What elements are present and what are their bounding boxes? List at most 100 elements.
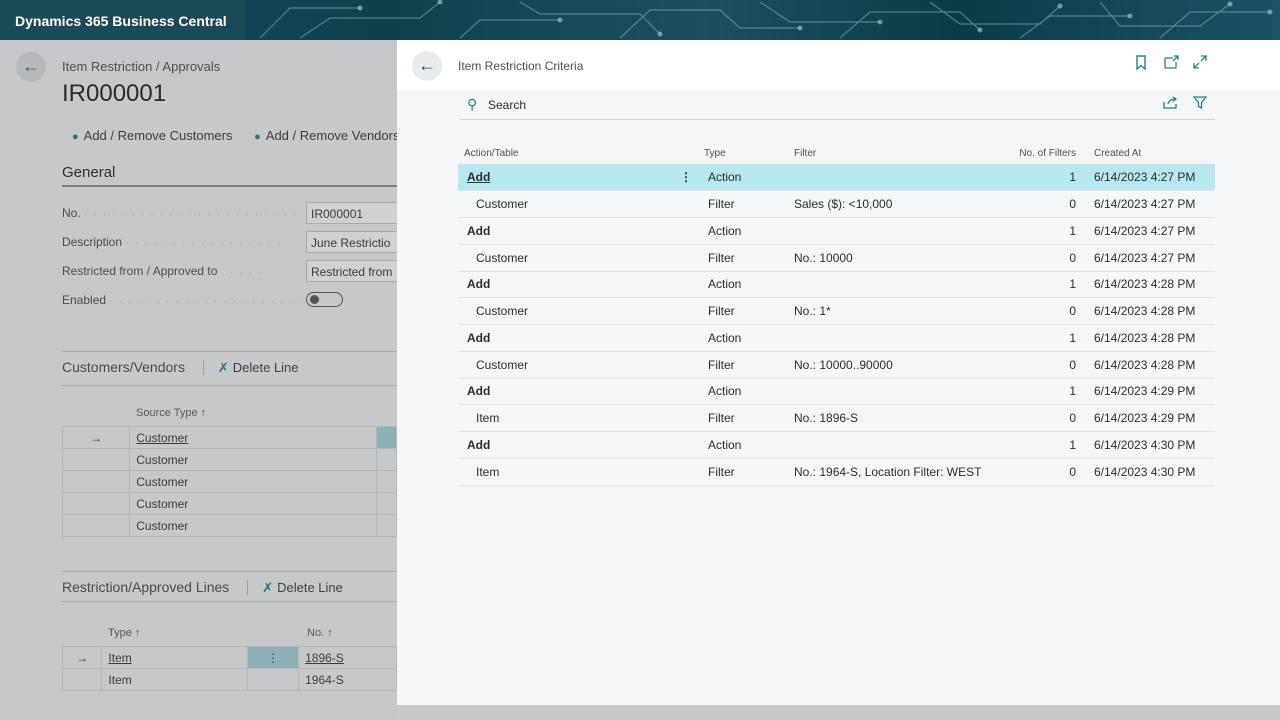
column-header-action-table[interactable]: Action/Table xyxy=(458,142,698,164)
breadcrumb: Item Restriction / Approvals xyxy=(62,59,221,74)
bookmark-icon[interactable] xyxy=(1135,55,1147,74)
action-table-cell[interactable]: Add ⋮ xyxy=(458,164,698,192)
type-cell: Action xyxy=(698,378,788,406)
no-of-filters-cell: 0 xyxy=(983,297,1088,325)
type-cell: Filter xyxy=(698,190,788,218)
person-icon: ● xyxy=(254,131,261,143)
table-cell: Customer xyxy=(129,492,378,515)
filter-cell xyxy=(788,431,983,459)
action-table-cell: Customer xyxy=(458,190,698,218)
no-field: IR000001 xyxy=(306,202,397,224)
type-cell: Filter xyxy=(698,458,788,486)
created-at-cell: 6/14/2023 4:29 PM xyxy=(1088,378,1215,406)
top-app-bar: Dynamics 365 Business Central xyxy=(0,0,1280,40)
column-header-filter[interactable]: Filter xyxy=(788,142,983,164)
restriction-lines-heading: Restriction/Approved Lines xyxy=(62,579,230,595)
action-table-cell[interactable]: Add xyxy=(458,324,698,352)
created-at-cell: 6/14/2023 4:30 PM xyxy=(1088,458,1215,486)
delete-line-button: ✗ Delete Line xyxy=(247,580,343,595)
no-of-filters-cell: 0 xyxy=(983,458,1088,486)
filter-cell: No.: 1964-S, Location Filter: WEST xyxy=(788,458,983,486)
table-row[interactable]: Add Action 1 6/14/2023 4:30 PM xyxy=(458,431,1215,459)
type-cell: Filter xyxy=(698,297,788,325)
row-menu-icon[interactable]: ⋮ xyxy=(680,170,692,184)
column-header-no-of-filters[interactable]: No. of Filters xyxy=(983,142,1088,164)
created-at-cell: 6/14/2023 4:30 PM xyxy=(1088,431,1215,459)
field-label-no: No. · · · · · · · · · · · · · · · · · · … xyxy=(62,206,298,220)
table-row: Customer xyxy=(61,492,397,515)
action-table-cell: Item xyxy=(458,458,698,486)
customers-vendors-heading: Customers/Vendors xyxy=(62,359,185,375)
column-header-type[interactable]: Type xyxy=(698,142,788,164)
expand-icon[interactable] xyxy=(1193,55,1207,73)
table-cell: Customer xyxy=(129,426,378,449)
table-row[interactable]: Add ⋮ Action 1 6/14/2023 4:27 PM xyxy=(458,164,1215,192)
table-row[interactable]: Customer Filter Sales ($): <10,000 0 6/1… xyxy=(458,190,1215,218)
action-table-cell: Customer xyxy=(458,351,698,379)
table-row[interactable]: Customer Filter No.: 10000 0 6/14/2023 4… xyxy=(458,244,1215,272)
no-of-filters-cell: 0 xyxy=(983,244,1088,272)
filter-cell: No.: 10000 xyxy=(788,244,983,272)
table-cell: Customer xyxy=(129,470,378,493)
type-cell: Filter xyxy=(698,244,788,272)
general-heading: General xyxy=(62,164,116,181)
no-of-filters-cell: 1 xyxy=(983,431,1088,459)
search-icon[interactable]: ⚲ xyxy=(467,96,477,113)
column-header-source-type: Source Type ↑ xyxy=(136,407,207,419)
no-of-filters-cell: 1 xyxy=(983,164,1088,192)
divider xyxy=(62,351,397,352)
divider xyxy=(62,601,397,602)
back-arrow-icon[interactable]: ← xyxy=(412,51,442,81)
filter-icon[interactable] xyxy=(1192,96,1208,112)
add-remove-customers-button: Add / Remove Customers xyxy=(83,128,233,143)
filter-cell: No.: 10000..90000 xyxy=(788,351,983,379)
table-row: Customer xyxy=(61,514,397,537)
table-row[interactable]: Customer Filter No.: 10000..90000 0 6/14… xyxy=(458,351,1215,379)
column-header-created-at[interactable]: Created At xyxy=(1088,142,1215,164)
action-table-cell[interactable]: Add xyxy=(458,431,698,459)
created-at-cell: 6/14/2023 4:27 PM xyxy=(1088,217,1215,245)
table-row[interactable]: Add Action 1 6/14/2023 4:27 PM xyxy=(458,217,1215,245)
column-header-no: No. ↑ xyxy=(307,627,333,639)
table-cell: Customer xyxy=(129,514,378,537)
filter-cell xyxy=(788,271,983,299)
open-in-new-window-icon[interactable] xyxy=(1164,55,1179,73)
add-remove-vendors-button: Add / Remove Vendors xyxy=(265,128,397,143)
table-cell: Customer xyxy=(129,448,378,471)
search-label[interactable]: Search xyxy=(488,98,526,112)
table-row[interactable]: Item Filter No.: 1896-S 0 6/14/2023 4:29… xyxy=(458,404,1215,432)
app-title[interactable]: Dynamics 365 Business Central xyxy=(15,13,227,29)
no-of-filters-cell: 0 xyxy=(983,404,1088,432)
action-table-cell[interactable]: Add xyxy=(458,271,698,299)
table-row[interactable]: Add Action 1 6/14/2023 4:29 PM xyxy=(458,378,1215,406)
type-cell: Action xyxy=(698,271,788,299)
criteria-table: Action/Table Type Filter No. of Filters … xyxy=(458,142,1215,486)
table-row[interactable]: Item Filter No.: 1964-S, Location Filter… xyxy=(458,458,1215,486)
created-at-cell: 6/14/2023 4:27 PM xyxy=(1088,244,1215,272)
no-of-filters-cell: 0 xyxy=(983,351,1088,379)
action-table-cell: Customer xyxy=(458,244,698,272)
row-indicator-arrow-icon: → xyxy=(61,646,103,669)
customers-vendors-table: → Customer Customer Customer Customer Cus… xyxy=(61,426,397,537)
table-row: Customer xyxy=(61,470,397,493)
column-header-type: Type ↑ xyxy=(108,627,141,639)
created-at-cell: 6/14/2023 4:28 PM xyxy=(1088,324,1215,352)
filter-cell: Sales ($): <10,000 xyxy=(788,190,983,218)
table-row[interactable]: Customer Filter No.: 1* 0 6/14/2023 4:28… xyxy=(458,297,1215,325)
delete-line-icon: ✗ xyxy=(217,360,229,375)
table-row: → Item ⋮ 1896-S xyxy=(61,646,397,669)
action-table-cell[interactable]: Add xyxy=(458,378,698,406)
table-row: Customer xyxy=(61,448,397,471)
table-row[interactable]: Add Action 1 6/14/2023 4:28 PM xyxy=(458,324,1215,352)
table-row[interactable]: Add Action 1 6/14/2023 4:28 PM xyxy=(458,271,1215,299)
field-label-enabled: Enabled · · · · · · · · · · · · · · · · … xyxy=(62,293,305,307)
type-cell: Action xyxy=(698,217,788,245)
filter-cell xyxy=(788,378,983,406)
description-field: June Restrictio xyxy=(306,231,397,253)
action-table-cell[interactable]: Add xyxy=(458,217,698,245)
no-of-filters-cell: 1 xyxy=(983,271,1088,299)
search-bar[interactable]: ⚲ Search xyxy=(459,92,1215,120)
share-icon[interactable] xyxy=(1163,96,1178,112)
restriction-lines-table: → Item ⋮ 1896-S Item 1964-S xyxy=(61,646,397,691)
table-cell xyxy=(376,426,397,449)
